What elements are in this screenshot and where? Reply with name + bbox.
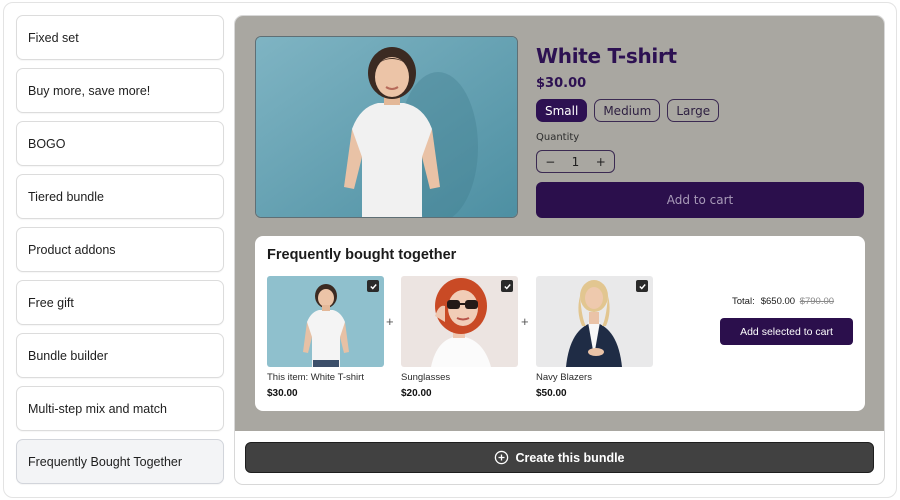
sidebar-item-bundle-builder[interactable]: Bundle builder	[16, 333, 224, 378]
add-to-cart-button[interactable]: Add to cart	[536, 182, 864, 218]
create-bundle-label: Create this bundle	[515, 450, 625, 465]
size-options: Small Medium Large	[536, 99, 720, 122]
sidebar-item-label: Bundle builder	[28, 348, 108, 363]
checkbox-checked[interactable]	[367, 280, 379, 292]
plus-icon: +	[386, 314, 394, 329]
sidebar-item-fixed-set[interactable]: Fixed set	[16, 15, 224, 60]
size-option-medium[interactable]: Medium	[594, 99, 661, 122]
fbt-item-name: Sunglasses	[401, 372, 451, 383]
bundle-preview-panel: White T-shirt $30.00 Small Medium Large …	[234, 15, 885, 485]
fbt-title: Frequently bought together	[267, 247, 457, 263]
quantity-value[interactable]: 1	[572, 155, 580, 169]
fbt-item-name: Navy Blazers	[536, 372, 592, 383]
sidebar-item-tiered-bundle[interactable]: Tiered bundle	[16, 174, 224, 219]
product-price: $30.00	[536, 76, 587, 91]
plus-icon: +	[521, 314, 529, 329]
sidebar-item-label: Free gift	[28, 295, 74, 310]
checkmark-icon	[503, 283, 511, 290]
original-price: $790.00	[799, 296, 835, 307]
sidebar-item-multi-step-mix-and-match[interactable]: Multi-step mix and match	[16, 386, 224, 431]
fbt-item-name: This item: White T-shirt	[267, 372, 364, 383]
woman-white-tshirt-illustration	[256, 37, 517, 217]
sidebar-item-label: Fixed set	[28, 30, 79, 45]
store-preview: White T-shirt $30.00 Small Medium Large …	[235, 16, 884, 431]
checkbox-checked[interactable]	[501, 280, 513, 292]
total-price: $650.00	[760, 296, 796, 307]
fbt-item-image	[401, 276, 518, 367]
sidebar-item-label: Tiered bundle	[28, 189, 104, 204]
fbt-item-price: $30.00	[267, 388, 298, 399]
decrement-button[interactable]: −	[545, 155, 555, 169]
checkmark-icon	[369, 283, 377, 290]
fbt-item-image	[267, 276, 384, 367]
checkbox-checked[interactable]	[636, 280, 648, 292]
frequently-bought-together-widget: Frequently bought together This item: Wh…	[255, 236, 865, 411]
sidebar-item-bogo[interactable]: BOGO	[16, 121, 224, 166]
fbt-item-image	[536, 276, 653, 367]
quantity-stepper: − 1 +	[536, 150, 615, 173]
increment-button[interactable]: +	[596, 155, 606, 169]
add-selected-to-cart-button[interactable]: Add selected to cart	[720, 318, 853, 345]
sidebar-item-product-addons[interactable]: Product addons	[16, 227, 224, 272]
product-image	[255, 36, 518, 218]
plus-circle-icon	[495, 450, 509, 465]
create-bundle-button[interactable]: Create this bundle	[245, 442, 874, 473]
product-title: White T-shirt	[536, 44, 677, 68]
bundle-total: Total: $650.00 $790.00	[732, 296, 834, 307]
sidebar-item-label: Multi-step mix and match	[28, 401, 167, 416]
checkmark-icon	[638, 283, 646, 290]
total-label: Total:	[732, 296, 755, 307]
size-option-small[interactable]: Small	[536, 99, 588, 122]
fbt-item: Sunglasses $20.00	[401, 276, 518, 399]
quantity-label: Quantity	[536, 132, 580, 143]
sidebar-item-label: Frequently Bought Together	[28, 454, 183, 469]
sidebar-item-buy-more-save-more[interactable]: Buy more, save more!	[16, 68, 224, 113]
sidebar-item-label: BOGO	[28, 136, 66, 151]
sidebar-item-label: Buy more, save more!	[28, 83, 151, 98]
fbt-item-price: $50.00	[536, 388, 567, 399]
sidebar-item-label: Product addons	[28, 242, 116, 257]
sidebar-item-frequently-bought-together[interactable]: Frequently Bought Together	[16, 439, 224, 484]
size-option-large[interactable]: Large	[667, 99, 720, 122]
fbt-item: Navy Blazers $50.00	[536, 276, 653, 399]
fbt-item-price: $20.00	[401, 388, 432, 399]
sidebar-item-free-gift[interactable]: Free gift	[16, 280, 224, 325]
fbt-item: This item: White T-shirt $30.00	[267, 276, 384, 399]
